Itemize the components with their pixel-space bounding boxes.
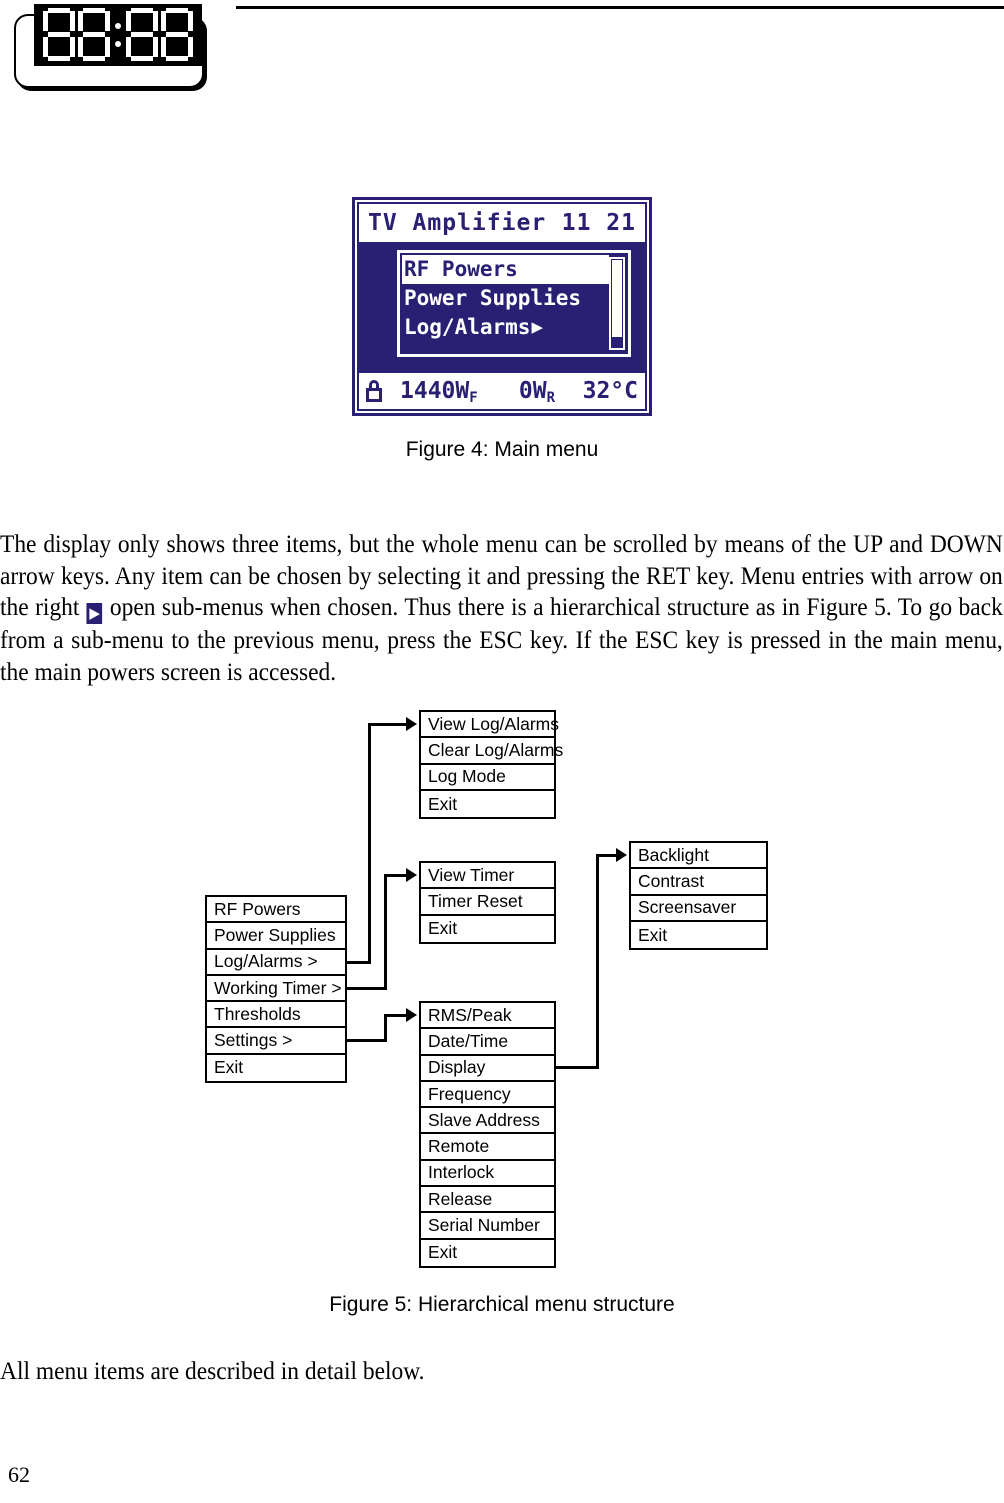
connector-working-timer-vertical (384, 874, 387, 990)
lcd-menu-list: RF Powers Power Supplies Log/Alarms ▶ (400, 253, 609, 354)
page-number: 62 (8, 1462, 30, 1487)
lcd-menu-frame: RF Powers Power Supplies Log/Alarms ▶ (397, 250, 631, 357)
lcd-menu-item-label: Log/Alarms (404, 315, 531, 339)
seven-segment-digit (161, 8, 193, 62)
lcd-menu-item-log-alarms[interactable]: Log/Alarms ▶ (402, 313, 609, 342)
diagram-menu-item[interactable]: Working Timer > (207, 976, 345, 1003)
diagram-menu-item[interactable]: RF Powers (207, 897, 345, 924)
diagram-box-settings-submenu: RMS/Peak Date/Time Display Frequency Sla… (419, 1001, 556, 1268)
inline-submenu-arrow-icon: ▶ (86, 603, 103, 624)
connector-settings-vertical (384, 1014, 387, 1042)
diagram-box-display-submenu: Backlight Contrast Screensaver Exit (629, 841, 768, 951)
diagram-menu-item[interactable]: Exit (631, 922, 766, 948)
diagram-menu-item[interactable]: Date/Time (421, 1029, 554, 1056)
figure-5-caption: Figure 5: Hierarchical menu structure (329, 1293, 675, 1316)
diagram-menu-item[interactable]: RMS/Peak (421, 1003, 554, 1030)
seven-segment-digit (78, 8, 110, 62)
diagram-menu-item[interactable]: Interlock (421, 1161, 554, 1188)
lcd-clock: 11 21 (561, 210, 636, 236)
lcd-forward-power-value: 1440W (400, 378, 470, 404)
figure-4-caption: Figure 4: Main menu (405, 438, 599, 461)
paragraph-closing: All menu items are described in detail b… (0, 1356, 425, 1385)
connector-arrow-working-timer-icon (406, 868, 417, 882)
diagram-menu-item[interactable]: Power Supplies (207, 923, 345, 950)
diagram-menu-item[interactable]: Display (421, 1056, 554, 1082)
diagram-menu-item[interactable]: Frequency (421, 1082, 554, 1109)
lcd-inner-frame: TV Amplifier 11 21 RF Powers Power Suppl… (357, 202, 647, 411)
figure-4-lcd-screenshot: TV Amplifier 11 21 RF Powers Power Suppl… (352, 197, 652, 416)
connector-arrow-settings-icon (406, 1008, 417, 1022)
connector-settings-horizontal-out (347, 1039, 387, 1042)
lcd-reflected-power-subscript: R (546, 390, 556, 406)
diagram-box-log-alarms-submenu: View Log/Alarms Clear Log/Alarms Log Mod… (419, 710, 563, 820)
diagram-menu-item[interactable]: Remote (421, 1134, 554, 1161)
lcd-title: TV Amplifier (368, 210, 547, 236)
header-rule (236, 6, 1004, 9)
lcd-reflected-power: 0W R (518, 378, 556, 406)
diagram-menu-item[interactable]: Timer Reset (421, 889, 554, 916)
diagram-menu-item[interactable]: Exit (421, 916, 554, 942)
submenu-arrow-icon: ▶ (531, 316, 543, 338)
diagram-menu-item[interactable]: Log Mode (421, 765, 554, 791)
connector-log-alarms-horizontal-in (368, 723, 406, 726)
seven-segment-digits (34, 4, 202, 66)
diagram-box-working-timer-submenu: View Timer Timer Reset Exit (419, 861, 556, 944)
connector-display-horizontal-out (556, 1066, 599, 1069)
lcd-menu-item-label: Power Supplies (404, 286, 582, 310)
lcd-scrollbar[interactable] (609, 257, 625, 350)
diagram-menu-item[interactable]: Settings > (207, 1028, 345, 1055)
connector-working-timer-horizontal-in (384, 874, 406, 877)
diagram-menu-item[interactable]: Thresholds (207, 1002, 345, 1029)
seven-segment-digit (126, 8, 158, 62)
lcd-forward-power-subscript: F (469, 390, 478, 406)
paragraph-text-part-2: open sub-menus when chosen. Thus there i… (0, 592, 1003, 686)
connector-log-alarms-vertical (368, 723, 371, 964)
lcd-temperature: 32°C (582, 378, 638, 404)
diagram-menu-item[interactable]: Exit (421, 791, 554, 817)
lcd-title-bar: TV Amplifier 11 21 (359, 204, 645, 242)
connector-settings-horizontal-in (384, 1014, 406, 1017)
diagram-menu-item[interactable]: Release (421, 1187, 554, 1214)
lcd-status-bar: 1440W F 0W R 32°C (359, 373, 645, 409)
diagram-menu-item[interactable]: View Timer (421, 863, 554, 890)
lcd-menu-item-power-supplies[interactable]: Power Supplies (402, 284, 609, 313)
diagram-menu-item[interactable]: View Log/Alarms (421, 712, 559, 739)
connector-arrow-display-icon (616, 848, 627, 862)
connector-display-vertical (596, 854, 599, 1069)
diagram-menu-item[interactable]: Screensaver (631, 896, 766, 922)
lcd-body: RF Powers Power Supplies Log/Alarms ▶ (359, 242, 645, 373)
diagram-box-main-menu: RF Powers Power Supplies Log/Alarms > Wo… (205, 895, 347, 1084)
logo-seven-segment-display (34, 4, 202, 66)
product-logo (14, 4, 209, 88)
lcd-forward-power: 1440W F (400, 378, 478, 406)
diagram-menu-item[interactable]: Backlight (631, 843, 766, 870)
lcd-menu-item-rf-powers[interactable]: RF Powers (402, 255, 609, 284)
lcd-menu-item-label: RF Powers (404, 257, 518, 281)
diagram-menu-item[interactable]: Serial Number (421, 1213, 554, 1240)
diagram-menu-item[interactable]: Slave Address (421, 1108, 554, 1135)
seven-segment-colon (113, 8, 123, 62)
lcd-reflected-power-value: 0W (518, 378, 547, 404)
figure-5-hierarchical-menu-diagram: View Log/Alarms Clear Log/Alarms Log Mod… (0, 700, 1004, 1270)
diagram-menu-item[interactable]: Contrast (631, 869, 766, 896)
connector-working-timer-horizontal-out (347, 987, 387, 990)
connector-arrow-log-alarms-icon (406, 717, 417, 731)
lcd-scrollbar-thumb[interactable] (612, 260, 622, 337)
diagram-menu-item[interactable]: Exit (421, 1240, 554, 1266)
diagram-menu-item[interactable]: Log/Alarms > (207, 950, 345, 976)
diagram-menu-item[interactable]: Clear Log/Alarms (421, 738, 563, 765)
padlock-icon (366, 380, 382, 402)
connector-display-horizontal-in (596, 854, 616, 857)
diagram-menu-item[interactable]: Exit (207, 1055, 345, 1081)
seven-segment-digit (43, 8, 75, 62)
paragraph-menu-navigation: The display only shows three items, but … (0, 528, 1003, 687)
